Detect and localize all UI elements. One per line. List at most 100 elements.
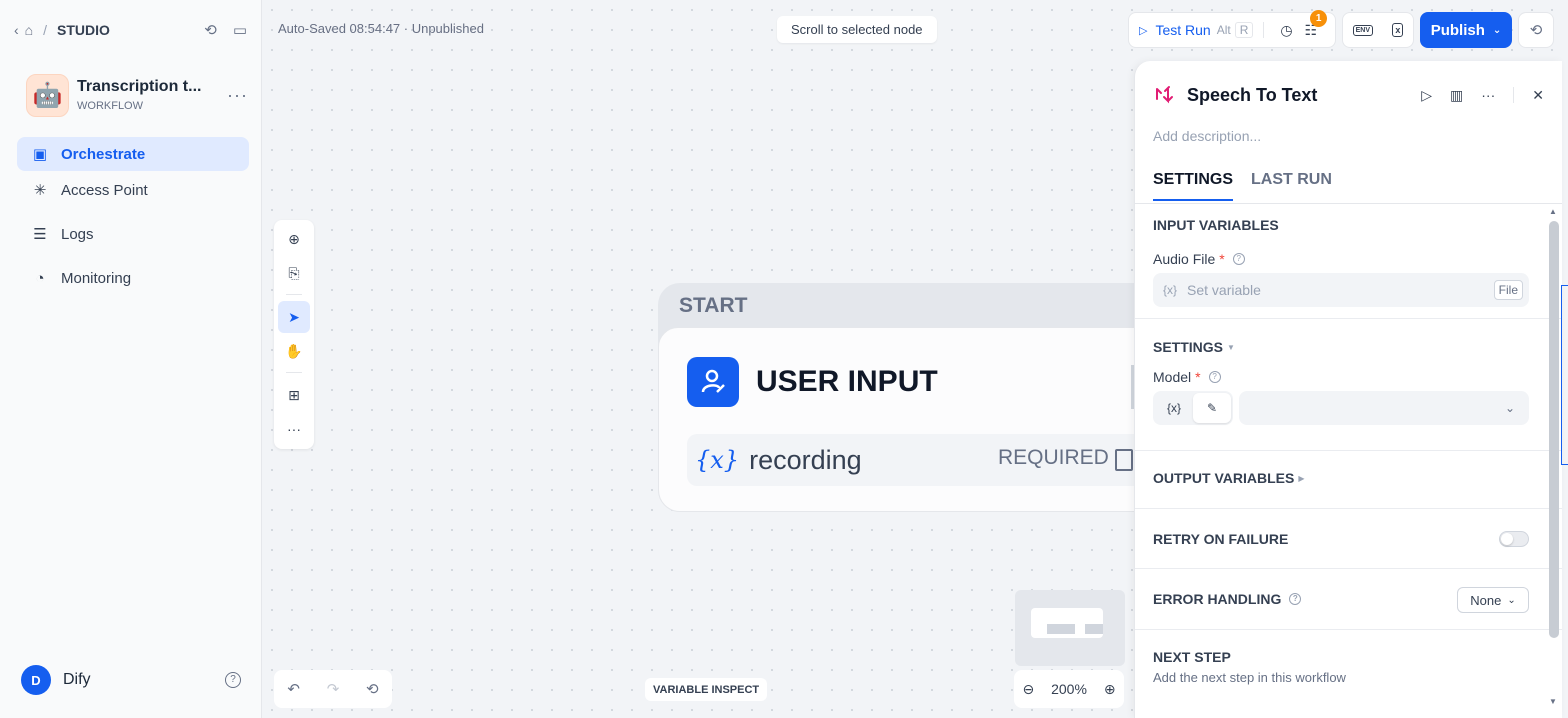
info-icon: ? (1232, 253, 1245, 265)
sync-icon[interactable]: ⟲ (204, 21, 217, 39)
model-dropdown[interactable]: ⌄ (1239, 391, 1529, 425)
help-icon[interactable]: ? (225, 672, 241, 688)
sidebar-item-orchestrate[interactable]: ▣ Orchestrate (17, 137, 249, 171)
divider (1135, 450, 1562, 451)
user-input-icon (687, 357, 739, 407)
gauge-icon: ◔ (35, 269, 45, 287)
edit-icon[interactable]: ✎ (1193, 393, 1231, 423)
speech-to-text-icon (1153, 84, 1175, 106)
publish-button[interactable]: Publish ⌄ (1420, 12, 1512, 48)
audio-file-label: Audio File *? (1153, 251, 1245, 267)
divider (1135, 318, 1562, 319)
model-selector-row: {x} ✎ ⌄ (1153, 391, 1529, 427)
divider (286, 372, 302, 373)
scrollbar[interactable] (1549, 221, 1559, 638)
sidebar-item-logs[interactable]: ☰ Logs (17, 217, 249, 251)
panel-tabs: SETTINGS LAST RUN (1153, 171, 1332, 201)
minimap-bar (1085, 624, 1103, 634)
play-icon: ▷ (1139, 24, 1148, 37)
shortcut-r: R (1234, 22, 1254, 38)
collapse-sidebar-icon[interactable]: ▭ (233, 21, 247, 39)
settings-heading[interactable]: SETTINGS ▼ (1153, 339, 1235, 355)
next-step-description: Add the next step in this workflow (1153, 670, 1346, 685)
home-icon[interactable]: ⌂ (25, 22, 33, 38)
retry-toggle[interactable] (1499, 531, 1529, 547)
variable-mode-option[interactable]: {x} (1155, 393, 1193, 423)
description-input[interactable]: Add description... (1153, 128, 1261, 144)
sidebar-header: ‹ ⌂ / STUDIO ⟲ ▭ (14, 18, 247, 42)
more-options-icon[interactable]: ··· (1481, 87, 1495, 103)
redo-icon[interactable]: ↷ (327, 680, 340, 698)
app-sidebar: ‹ ⌂ / STUDIO ⟲ ▭ 🤖 Transcription t... WO… (0, 0, 262, 718)
run-node-icon[interactable]: ▷ (1421, 87, 1432, 104)
more-options-icon[interactable]: ··· (227, 85, 248, 106)
input-variables-heading: INPUT VARIABLES (1153, 217, 1279, 233)
add-node-icon[interactable]: ⊕ (278, 223, 310, 255)
required-label: REQUIRED (998, 446, 1109, 469)
hand-mode-icon[interactable]: ✋ (278, 335, 310, 367)
scroll-to-selected-button[interactable]: Scroll to selected node (777, 16, 937, 43)
divider (1263, 22, 1265, 38)
close-icon[interactable]: ✕ (1532, 87, 1544, 104)
caret-down-icon: ▼ (1227, 342, 1235, 352)
sidebar-item-label: Monitoring (61, 269, 132, 287)
sparkle-icon: ✳ (33, 182, 47, 199)
variable-inspect-button[interactable]: VARIABLE INSPECT (645, 678, 768, 701)
info-icon: ? (1208, 371, 1221, 383)
run-history-icon[interactable]: ◷ (1280, 22, 1292, 39)
help-doc-icon[interactable]: ▥ (1450, 87, 1463, 104)
pointer-mode-icon[interactable]: ➤ (278, 301, 310, 333)
window-icon: ▣ (32, 146, 48, 163)
tab-last-run[interactable]: LAST RUN (1251, 171, 1332, 201)
divider (1135, 508, 1562, 509)
model-mode-toggle: {x} ✎ (1153, 391, 1233, 425)
sidebar-item-monitoring[interactable]: ◔ Monitoring (17, 261, 249, 295)
divider (286, 294, 302, 295)
breadcrumb-studio[interactable]: STUDIO (57, 22, 110, 38)
audio-file-variable-selector[interactable]: {x} Set variable File (1153, 273, 1529, 307)
canvas-toolbar: ⊕ ⎘ ➤ ✋ ⊞ ··· (274, 220, 314, 449)
input-variable-row[interactable]: {x} recording REQUIRED (687, 434, 1159, 486)
checklist-badge: 1 (1310, 9, 1328, 27)
document-icon: ☰ (33, 226, 47, 243)
back-chevron-icon[interactable]: ‹ (14, 22, 19, 38)
zoom-out-icon[interactable]: ⊖ (1022, 681, 1034, 698)
model-label: Model *? (1153, 369, 1221, 385)
undo-icon[interactable]: ↶ (287, 680, 300, 698)
version-history-icon[interactable]: ⟲ (1518, 12, 1554, 48)
conversation-variables-icon[interactable]: x (1392, 23, 1404, 37)
test-run-button[interactable]: ▷ Test Run Alt R ◷ ☷ 1 (1128, 9, 1336, 48)
variable-name: recording (749, 444, 862, 475)
sidebar-item-label: Orchestrate (61, 145, 146, 163)
error-handling-select[interactable]: None ⌄ (1457, 587, 1529, 613)
panel-header: Speech To Text ▷ ▥ ··· ✕ (1153, 83, 1544, 107)
next-step-heading: NEXT STEP (1153, 649, 1231, 665)
history-controls: ↶ ↷ ⟲ (274, 670, 392, 708)
shortcut-alt: Alt (1216, 23, 1231, 37)
zoom-level[interactable]: 200% (1051, 681, 1087, 697)
app-info-card[interactable]: 🤖 Transcription t... WORKFLOW ··· (26, 73, 248, 117)
start-label: START (679, 294, 748, 317)
env-variables-icon[interactable]: ENV (1352, 24, 1374, 36)
minimap[interactable] (1015, 590, 1125, 666)
tab-settings[interactable]: SETTINGS (1153, 171, 1234, 201)
user-input-node[interactable]: USER INPUT {x} recording REQUIRED (658, 327, 1159, 512)
more-tools-icon[interactable]: ··· (278, 413, 310, 445)
sidebar-item-access-point[interactable]: ✳ Access Point (17, 173, 249, 207)
output-variables-heading[interactable]: OUTPUT VARIABLES ▶ (1153, 470, 1304, 486)
scroll-up-arrow[interactable]: ▲ (1549, 207, 1557, 216)
scroll-down-arrow[interactable]: ▼ (1549, 697, 1557, 706)
user-account[interactable]: D Dify ? (21, 665, 241, 695)
sidebar-item-label: Logs (61, 225, 94, 243)
info-icon: ? (1289, 593, 1302, 605)
offscreen-node-edge (1561, 285, 1568, 465)
add-note-icon[interactable]: ⎘ (278, 257, 310, 289)
zoom-in-icon[interactable]: ⊕ (1104, 681, 1116, 698)
checklist-icon[interactable]: ☷ 1 (1305, 9, 1328, 39)
node-title: USER INPUT (756, 365, 938, 398)
chevron-down-icon: ⌄ (1492, 24, 1502, 36)
organize-blocks-icon[interactable]: ⊞ (278, 379, 310, 411)
panel-title: Speech To Text (1187, 84, 1318, 105)
start-node[interactable]: START USER INPUT {x} recording REQUIRED (658, 283, 1159, 512)
history-icon[interactable]: ⟲ (366, 680, 379, 698)
